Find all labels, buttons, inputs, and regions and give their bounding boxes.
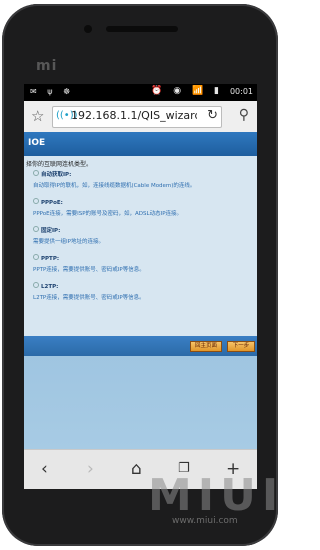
option-title: 自动获取IP: [33,170,195,178]
option-l2tp[interactable]: L2TP: L2TP连接，需要提供账号、密码或IP等信息。 [33,282,145,301]
radio-button[interactable] [33,170,39,176]
notification-icons: ✉ ψ ☸ [30,87,75,96]
option-dhcp[interactable]: 自动获取IP: 自动取得IP的联机，如，连接线缆数据机(Cable Modem)… [33,170,195,189]
option-pptp[interactable]: PPTP: PPTP连接，需要提供账号、密码或IP等信息。 [33,254,145,273]
option-description: 需要提供一组IP地址的连接。 [33,239,104,245]
forward-icon[interactable]: › [87,459,94,479]
option-title: L2TP: [33,282,145,290]
option-static-ip[interactable]: 固定IP: 需要提供一组IP地址的连接。 [33,226,104,245]
page-background [24,356,257,449]
star-icon[interactable]: ☆ [31,107,44,125]
device-logo: mi [36,58,58,74]
status-icons: ⏰ ◉ 📶 ▮ [151,86,223,96]
radio-button[interactable] [33,226,39,232]
address-bar[interactable]: ((•)) 192.168.1.1/QIS_wizard.ht ↻ [52,106,222,128]
option-description: PPTP连接，需要提供账号、密码或IP等信息。 [33,267,145,273]
radio-button[interactable] [33,254,39,260]
wizard-content: 择你的互联网连机类型。 自动获取IP: 自动取得IP的联机，如，连接线缆数据机(… [24,156,257,336]
url-text[interactable]: 192.168.1.1/QIS_wizard.ht [71,109,197,122]
clock: 00:01 [229,87,253,96]
phone-screen: ✉ ψ ☸ ⏰ ◉ 📶 ▮ 00:01 ☆ ((•)) 192.168.1.1/… [24,84,257,489]
browser-toolbar: ☆ ((•)) 192.168.1.1/QIS_wizard.ht ↻ ⚲ [24,101,257,133]
option-title: PPTP: [33,254,145,262]
miui-url: www.miui.com [172,516,238,526]
reload-icon[interactable]: ↻ [207,108,218,123]
front-camera [84,25,92,33]
status-bar: ✉ ψ ☸ ⏰ ◉ 📶 ▮ 00:01 [24,84,257,101]
option-pppoe[interactable]: PPPoE: PPPoE连接，需要ISP的账号及密码，如，ADSL动态IP连接。 [33,198,182,217]
option-description: 自动取得IP的联机，如，连接线缆数据机(Cable Modem)的连线。 [33,183,196,189]
page-title: IOE [28,138,46,148]
page-header: IOE [24,132,257,156]
option-title: 固定IP: [33,226,104,234]
miui-watermark: MIUI [148,470,285,521]
instruction-text: 择你的互联网连机类型。 [26,161,93,168]
radio-button[interactable] [33,198,39,204]
back-icon[interactable]: ‹ [41,459,48,479]
earpiece [106,26,178,32]
back-to-main-button[interactable]: 回主页面 [190,341,222,352]
option-description: L2TP连接，需要提供账号、密码或IP等信息。 [33,295,145,301]
next-button[interactable]: 下一步 [227,341,255,352]
button-bar: 回主页面 下一步 [24,336,257,356]
home-icon[interactable]: ⌂ [131,459,142,479]
option-title: PPPoE: [33,198,182,206]
search-icon[interactable]: ⚲ [239,107,249,123]
option-description: PPPoE连接，需要ISP的账号及密码，如，ADSL动态IP连接。 [33,211,183,217]
radio-button[interactable] [33,282,39,288]
